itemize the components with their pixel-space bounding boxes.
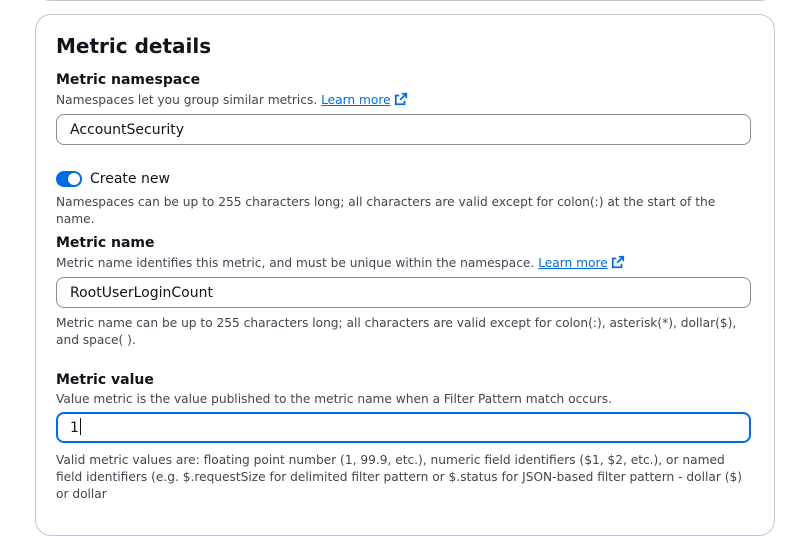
metric-name-description-text: Metric name identifies this metric, and …	[56, 256, 535, 270]
namespace-description: Namespaces let you group similar metrics…	[56, 92, 408, 109]
metric-name-description: Metric name identifies this metric, and …	[56, 255, 625, 272]
namespace-hint: Namespaces can be up to 255 characters l…	[56, 195, 716, 226]
metric-value-label: Metric value	[56, 372, 154, 388]
toggle-knob	[68, 173, 80, 185]
metric-name-hint: Metric name can be up to 255 characters …	[56, 316, 737, 347]
namespace-label: Metric namespace	[56, 72, 201, 88]
metric-value-text: 1	[70, 420, 79, 436]
create-new-label[interactable]: Create new	[90, 169, 170, 189]
metric-name-learn-more-link[interactable]: Learn more	[538, 256, 608, 270]
text-caret	[79, 418, 81, 435]
metric-value-description: Value metric is the value published to t…	[56, 392, 612, 406]
external-link-icon[interactable]	[611, 255, 625, 269]
section-title: Metric details	[56, 34, 212, 58]
namespace-description-text: Namespaces let you group similar metrics…	[56, 93, 318, 107]
create-new-toggle[interactable]	[56, 171, 82, 187]
external-link-icon[interactable]	[394, 92, 408, 106]
create-new-toggle-row: Create new	[56, 169, 170, 189]
namespace-learn-more-link[interactable]: Learn more	[321, 93, 391, 107]
namespace-input[interactable]: AccountSecurity	[56, 114, 751, 145]
metric-value-hint: Valid metric values are: floating point …	[56, 453, 742, 501]
previous-panel-bottom	[35, 0, 775, 1]
metric-name-input[interactable]: RootUserLoginCount	[56, 277, 751, 308]
metric-name-label: Metric name	[56, 235, 155, 251]
metric-value-input[interactable]: 1	[56, 412, 751, 443]
